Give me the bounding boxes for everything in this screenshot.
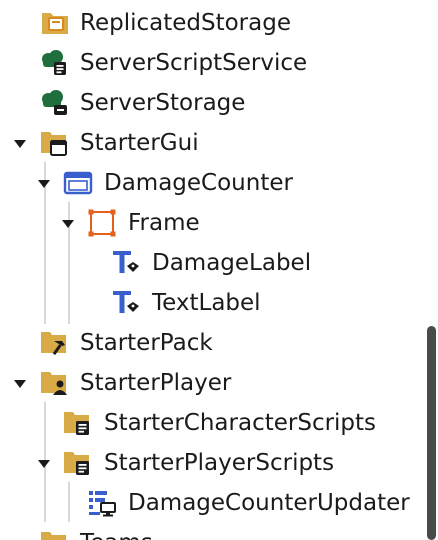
server-script-service-icon xyxy=(40,49,70,77)
server-storage-icon xyxy=(40,89,70,117)
tree-item-starter-player[interactable]: StarterPlayer xyxy=(0,363,424,403)
chevron-down-icon[interactable] xyxy=(12,136,28,150)
tree-item-starter-gui[interactable]: StarterGui xyxy=(0,123,424,163)
tree-item-starter-pack[interactable]: StarterPack xyxy=(0,323,424,363)
tree-item-server-script-service[interactable]: ServerScriptService xyxy=(0,43,424,83)
tree-item-label: DamageCounterUpdater xyxy=(128,490,410,516)
tree-item-label: StarterPlayer xyxy=(80,370,232,396)
text-label-icon xyxy=(111,249,141,277)
tree-item-label: StarterGui xyxy=(80,130,199,156)
explorer-panel: ReplicatedStorage ServerScriptService Se… xyxy=(0,0,438,540)
tree-item-label: Teams xyxy=(80,530,153,540)
replicated-storage-icon xyxy=(40,9,70,37)
chevron-down-icon[interactable] xyxy=(36,456,52,470)
frame-icon xyxy=(87,209,117,237)
screen-gui-icon xyxy=(63,169,93,197)
tree-item-label: StarterCharacterScripts xyxy=(104,410,377,436)
chevron-down-icon[interactable] xyxy=(12,376,28,390)
teams-folder-icon xyxy=(40,529,70,540)
tree-item-label: StarterPack xyxy=(80,330,213,356)
chevron-down-icon[interactable] xyxy=(60,216,76,230)
tree-item-text-label[interactable]: TextLabel xyxy=(0,283,424,323)
tree-item-label: ServerStorage xyxy=(80,90,246,116)
chevron-down-icon[interactable] xyxy=(36,176,52,190)
tree-item-label: ReplicatedStorage xyxy=(80,10,291,36)
tree-item-label: DamageLabel xyxy=(152,250,312,276)
tree-item-starter-player-scripts[interactable]: StarterPlayerScripts xyxy=(0,443,424,483)
tree-item-label: DamageCounter xyxy=(104,170,293,196)
tree-item-label: TextLabel xyxy=(152,290,261,316)
tree-item-damage-counter[interactable]: DamageCounter xyxy=(0,163,424,203)
starter-gui-icon xyxy=(40,129,70,157)
tree-item-label: ServerScriptService xyxy=(80,50,308,76)
tree-item-server-storage[interactable]: ServerStorage xyxy=(0,83,424,123)
starter-pack-icon xyxy=(40,329,70,357)
tree-item-damage-label[interactable]: DamageLabel xyxy=(0,243,424,283)
text-label-icon xyxy=(111,289,141,317)
script-folder-icon xyxy=(63,449,93,477)
tree-item-damage-counter-updater[interactable]: DamageCounterUpdater xyxy=(0,483,424,523)
local-script-icon xyxy=(87,489,117,517)
tree-item-replicated-storage[interactable]: ReplicatedStorage xyxy=(0,3,424,43)
tree-item-label: Frame xyxy=(128,210,200,236)
tree-item-frame[interactable]: Frame xyxy=(0,203,424,243)
starter-player-icon xyxy=(40,369,70,397)
tree-item-teams[interactable]: Teams xyxy=(0,523,424,540)
tree-item-label: StarterPlayerScripts xyxy=(104,450,335,476)
tree-item-starter-character-scripts[interactable]: StarterCharacterScripts xyxy=(0,403,424,443)
script-folder-icon xyxy=(63,409,93,437)
vertical-scrollbar-thumb[interactable] xyxy=(427,326,436,540)
